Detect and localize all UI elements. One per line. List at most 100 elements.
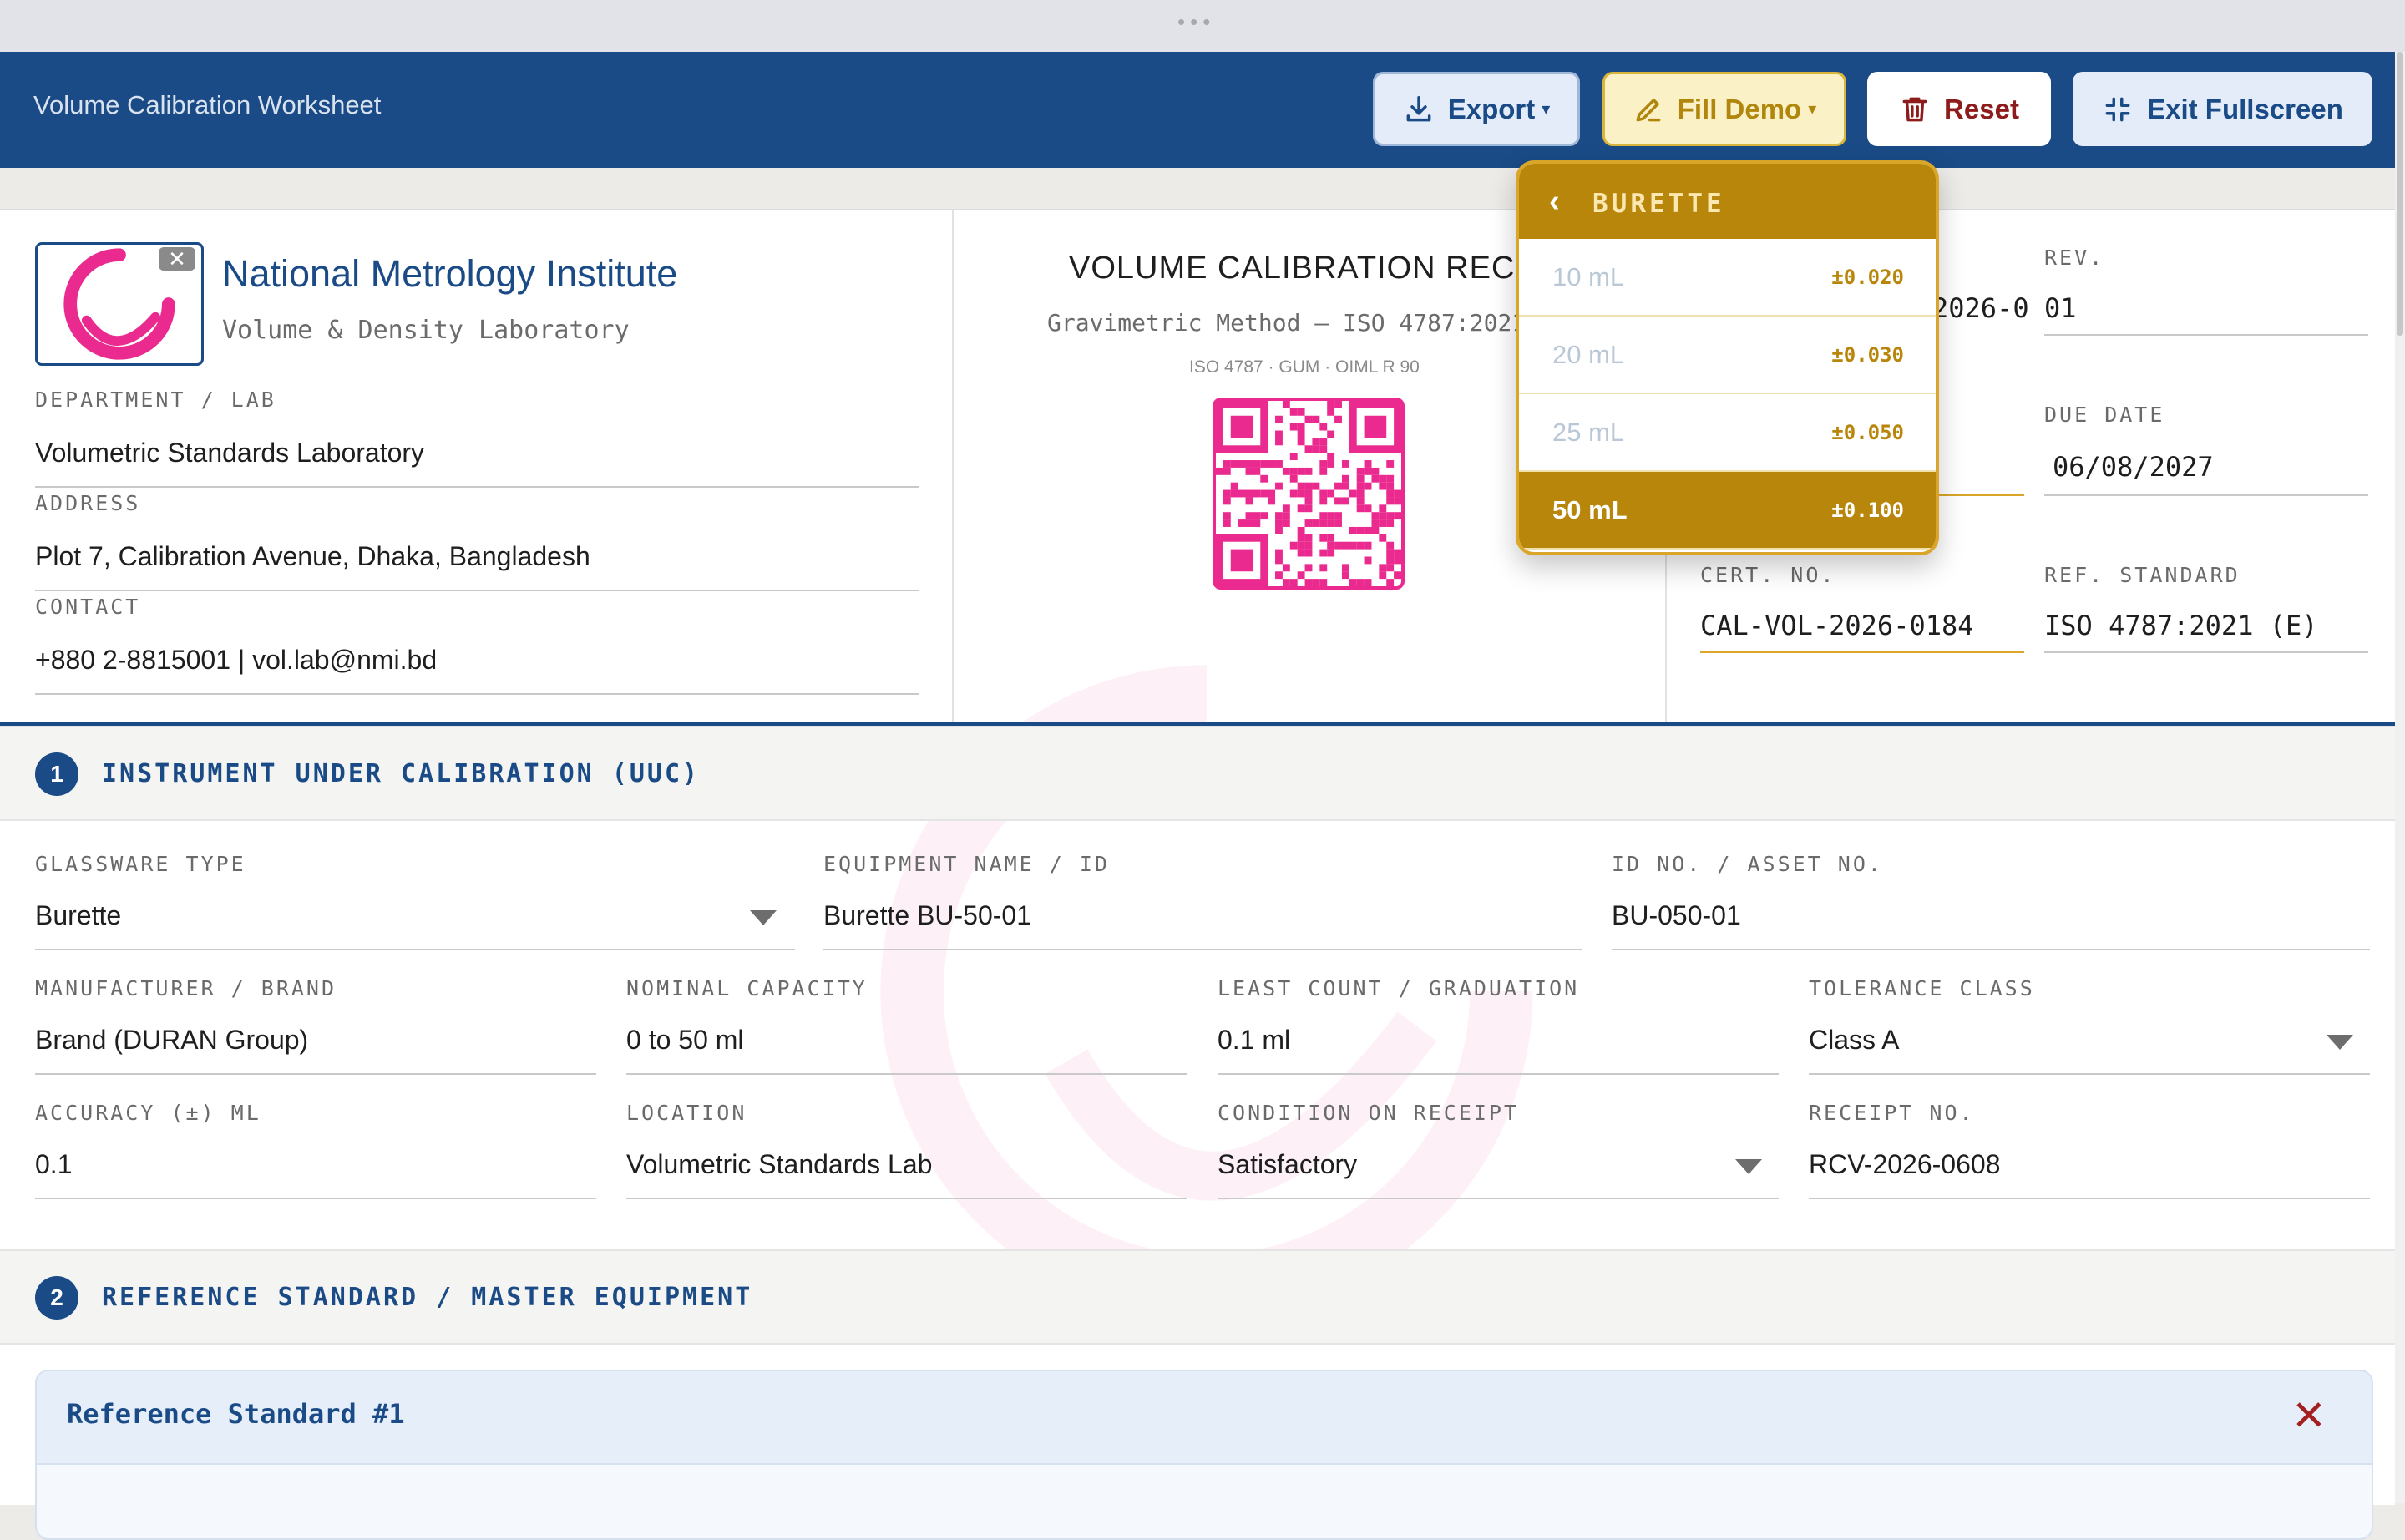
due-date-underline	[2044, 494, 2368, 496]
org-subtitle[interactable]: Volume & Density Laboratory	[222, 316, 630, 345]
menu-item-label: 20 mL	[1552, 340, 1625, 369]
menu-item-tolerance: ±0.050	[1831, 421, 1904, 444]
location-field[interactable]: Volumetric Standards Lab	[626, 1149, 932, 1180]
reference-card-header: Reference Standard #1 ✕	[37, 1371, 2372, 1465]
receipt-no-field[interactable]: RCV-2026-0608	[1809, 1149, 2000, 1180]
worksheet: ✕ National Metrology Institute Volume & …	[0, 209, 2395, 1540]
accuracy-label: ACCURACY (±) ML	[35, 1101, 261, 1125]
manufacturer-label: MANUFACTURER / BRAND	[35, 976, 337, 1000]
rev-underline	[2044, 334, 2368, 336]
location-underline	[626, 1198, 1187, 1199]
nominal-capacity-field[interactable]: 0 to 50 ml	[626, 1025, 744, 1056]
scrollbar-thumb[interactable]	[2397, 52, 2403, 336]
manufacturer-field[interactable]: Brand (DURAN Group)	[35, 1025, 308, 1056]
chevron-down-icon[interactable]	[1735, 1159, 1762, 1174]
fill-demo-button[interactable]: Fill Demo ▾	[1602, 72, 1846, 146]
menu-item-label: 50 mL	[1552, 495, 1628, 524]
tolerance-class-select[interactable]: Class A	[1809, 1025, 1899, 1056]
section-number-badge: 1	[35, 752, 78, 796]
contact-field[interactable]: +880 2-8815001 | vol.lab@nmi.bd	[35, 645, 437, 676]
due-date-field[interactable]: 06/08/2027	[2053, 451, 2214, 483]
section-title: INSTRUMENT UNDER CALIBRATION (UUC)	[102, 759, 701, 788]
fill-demo-label: Fill Demo	[1677, 93, 1802, 124]
menu-item-tolerance: ±0.100	[1831, 499, 1904, 522]
department-field[interactable]: Volumetric Standards Laboratory	[35, 438, 424, 469]
app-title: Volume Calibration Worksheet	[33, 90, 382, 119]
manufacturer-underline	[35, 1073, 596, 1075]
equipment-name-field[interactable]: Burette BU-50-01	[823, 900, 1031, 931]
exit-fullscreen-label: Exit Fullscreen	[2147, 93, 2343, 124]
contact-label: CONTACT	[35, 595, 141, 619]
least-count-label: LEAST COUNT / GRADUATION	[1218, 976, 1580, 1000]
cert-no-underline	[1700, 651, 2024, 653]
nominal-capacity-label: NOMINAL CAPACITY	[626, 976, 868, 1000]
nominal-capacity-underline	[626, 1073, 1187, 1075]
menu-title: BURETTE	[1592, 189, 1725, 219]
location-label: LOCATION	[626, 1101, 747, 1125]
contact-underline	[35, 693, 919, 695]
reference-card-title: Reference Standard #1	[67, 1398, 405, 1430]
menu-item-selected[interactable]: 50 mL ±0.100	[1519, 472, 1936, 550]
asset-no-underline	[1612, 949, 2370, 950]
due-date-label: DUE DATE	[2044, 403, 2165, 427]
cert-no-label: CERT. NO.	[1700, 563, 1836, 587]
receipt-no-underline	[1809, 1198, 2370, 1199]
section-title: REFERENCE STANDARD / MASTER EQUIPMENT	[102, 1283, 753, 1312]
ref-standard-underline	[2044, 651, 2368, 653]
fill-demo-menu: ‹ BURETTE 10 mL ±0.020 20 mL ±0.030 25 m…	[1516, 160, 1939, 555]
exit-fullscreen-button[interactable]: Exit Fullscreen	[2073, 72, 2372, 146]
cert-no-field[interactable]: CAL-VOL-2026-0184	[1700, 610, 1974, 641]
condition-label: CONDITION ON RECEIPT	[1218, 1101, 1520, 1125]
qr-code	[1213, 398, 1405, 590]
accuracy-field[interactable]: 0.1	[35, 1149, 72, 1180]
rev-field[interactable]: 01	[2044, 292, 2077, 324]
chevron-down-icon[interactable]	[2327, 1035, 2353, 1050]
back-chevron-icon[interactable]: ‹	[1549, 184, 1560, 220]
address-label: ADDRESS	[35, 491, 141, 515]
more-dots-icon[interactable]: •••	[1177, 11, 1215, 33]
equipment-name-underline	[823, 949, 1582, 950]
app-header: Volume Calibration Worksheet Export ▾ Fi…	[0, 52, 2395, 168]
receipt-no-label: RECEIPT NO.	[1809, 1101, 1975, 1125]
download-icon	[1406, 95, 1431, 121]
export-button[interactable]: Export ▾	[1373, 72, 1580, 146]
record-standards: ISO 4787 · GUM · OIML R 90	[1189, 357, 1420, 377]
reset-label: Reset	[1944, 93, 2019, 124]
address-underline	[35, 590, 919, 591]
exit-fullscreen-icon	[2105, 97, 2130, 121]
tolerance-class-underline	[1809, 1073, 2370, 1075]
section-number-badge: 2	[35, 1276, 78, 1320]
menu-item-label: 10 mL	[1552, 262, 1625, 291]
section-reference-header: 2 REFERENCE STANDARD / MASTER EQUIPMENT	[0, 1249, 2395, 1345]
least-count-underline	[1218, 1073, 1779, 1075]
record-subtitle[interactable]: Gravimetric Method — ISO 4787:2021	[1047, 309, 1526, 337]
ref-standard-field[interactable]: ISO 4787:2021 (E)	[2044, 610, 2318, 641]
equipment-name-label: EQUIPMENT NAME / ID	[823, 852, 1110, 876]
remove-logo-icon[interactable]: ✕	[159, 247, 195, 271]
menu-item[interactable]: 20 mL ±0.030	[1519, 317, 1936, 394]
glassware-type-underline	[35, 949, 795, 950]
reset-button[interactable]: Reset	[1867, 72, 2051, 146]
pencil-icon	[1636, 98, 1661, 121]
doc-no-field[interactable]: 2026-0	[1932, 292, 2029, 324]
export-label: Export	[1447, 93, 1536, 124]
menu-item-label: 25 mL	[1552, 418, 1625, 447]
menu-header[interactable]: ‹ BURETTE	[1519, 164, 1936, 239]
chevron-down-icon: ▾	[1808, 100, 1817, 119]
rev-label: REV.	[2044, 246, 2105, 270]
trash-icon	[1902, 97, 1927, 121]
menu-item[interactable]: 10 mL ±0.020	[1519, 239, 1936, 317]
close-icon[interactable]: ✕	[2291, 1395, 2327, 1436]
record-title[interactable]: VOLUME CALIBRATION RECORD	[1069, 251, 1588, 286]
chevron-down-icon[interactable]	[750, 910, 777, 925]
condition-select[interactable]: Satisfactory	[1218, 1149, 1357, 1180]
glassware-type-select[interactable]: Burette	[35, 900, 121, 931]
org-name[interactable]: National Metrology Institute	[222, 252, 677, 296]
ref-standard-label: REF. STANDARD	[2044, 563, 2240, 587]
chevron-down-icon: ▾	[1542, 100, 1551, 119]
menu-item[interactable]: 25 mL ±0.050	[1519, 394, 1936, 472]
least-count-field[interactable]: 0.1 ml	[1218, 1025, 1290, 1056]
asset-no-field[interactable]: BU-050-01	[1612, 900, 1741, 931]
address-field[interactable]: Plot 7, Calibration Avenue, Dhaka, Bangl…	[35, 541, 590, 572]
window-grip-bar[interactable]: •••	[0, 0, 2405, 52]
